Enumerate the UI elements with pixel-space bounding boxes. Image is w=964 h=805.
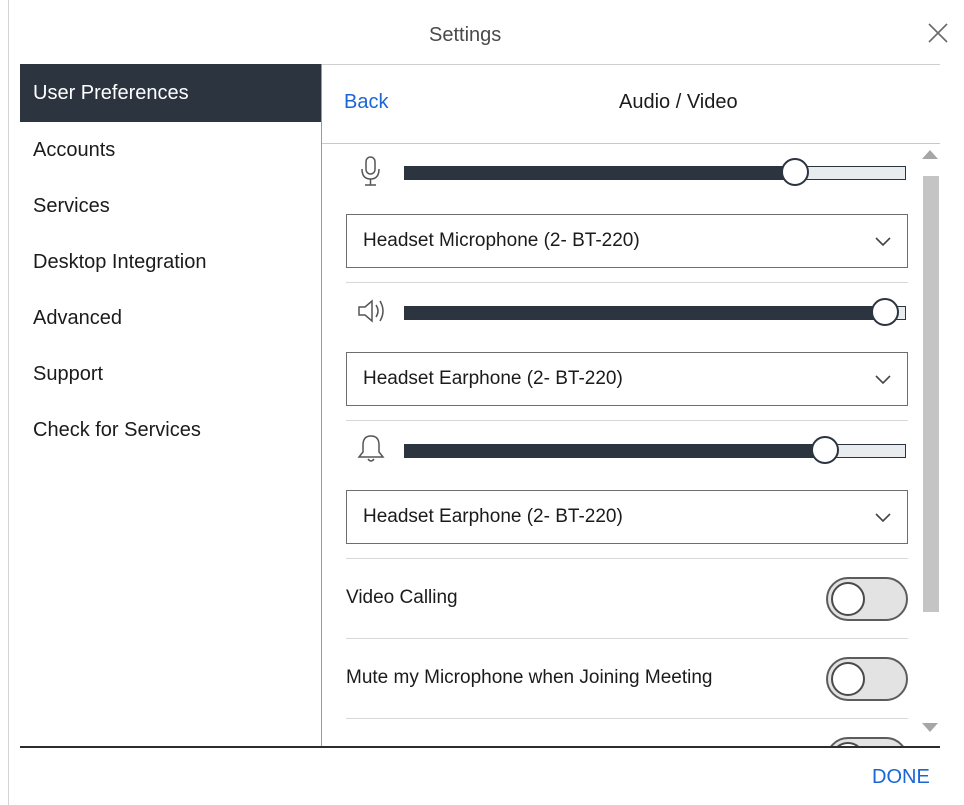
video-calling-toggle[interactable] bbox=[826, 577, 908, 621]
footer-divider bbox=[20, 746, 940, 748]
toggle-knob bbox=[831, 582, 865, 616]
microphone-volume-row bbox=[346, 146, 908, 200]
ringer-volume-thumb[interactable] bbox=[811, 436, 839, 464]
back-link[interactable]: Back bbox=[344, 91, 388, 114]
next-toggle-row bbox=[346, 719, 908, 746]
speaker-volume-row bbox=[346, 286, 908, 340]
microphone-volume-fill bbox=[405, 167, 795, 179]
settings-scroll-area: Headset Microphone (2- BT-220) Headset E… bbox=[322, 144, 940, 746]
speaker-volume-thumb[interactable] bbox=[871, 298, 899, 326]
panel-title: Audio / Video bbox=[619, 91, 738, 113]
close-icon[interactable] bbox=[925, 20, 951, 46]
speaker-device-select[interactable]: Headset Earphone (2- BT-220) bbox=[346, 352, 908, 406]
speaker-volume-fill bbox=[405, 307, 885, 319]
sidebar-item-check-for-services[interactable]: Check for Services bbox=[20, 402, 321, 458]
ringer-device-select[interactable]: Headset Earphone (2- BT-220) bbox=[346, 490, 908, 544]
video-calling-label: Video Calling bbox=[346, 587, 458, 608]
microphone-volume-slider[interactable] bbox=[404, 158, 906, 186]
video-calling-row: Video Calling bbox=[346, 559, 908, 637]
sidebar-item-user-preferences[interactable]: User Preferences bbox=[20, 64, 321, 122]
chevron-down-icon bbox=[875, 375, 891, 385]
mute-mic-label: Mute my Microphone when Joining Meeting bbox=[346, 667, 713, 688]
scrollbar-thumb[interactable] bbox=[923, 176, 939, 612]
microphone-device-value: Headset Microphone (2- BT-220) bbox=[363, 230, 640, 251]
ringer-volume-fill bbox=[405, 445, 825, 457]
title-bar: Settings bbox=[9, 0, 964, 70]
mute-mic-toggle[interactable] bbox=[826, 657, 908, 701]
microphone-volume-thumb[interactable] bbox=[781, 158, 809, 186]
scroll-up-arrow-icon[interactable] bbox=[922, 150, 938, 159]
sidebar-item-accounts[interactable]: Accounts bbox=[20, 122, 321, 178]
sidebar-nav: User Preferences Accounts Services Deskt… bbox=[20, 64, 321, 748]
divider bbox=[346, 282, 908, 283]
ringer-volume-row bbox=[346, 424, 908, 478]
speaker-device-value: Headset Earphone (2- BT-220) bbox=[363, 368, 623, 389]
done-button[interactable]: DONE bbox=[872, 766, 930, 789]
sidebar-item-services[interactable]: Services bbox=[20, 178, 321, 234]
microphone-icon bbox=[354, 154, 388, 188]
microphone-device-select[interactable]: Headset Microphone (2- BT-220) bbox=[346, 214, 908, 268]
ringer-device-value: Headset Earphone (2- BT-220) bbox=[363, 506, 623, 527]
mute-mic-row: Mute my Microphone when Joining Meeting bbox=[346, 639, 908, 717]
window-title: Settings bbox=[429, 24, 502, 46]
sidebar-item-desktop-integration[interactable]: Desktop Integration bbox=[20, 234, 321, 290]
scroll-down-arrow-icon[interactable] bbox=[922, 723, 938, 732]
toggle-knob bbox=[831, 662, 865, 696]
sidebar-item-support[interactable]: Support bbox=[20, 346, 321, 402]
speaker-volume-slider[interactable] bbox=[404, 298, 906, 326]
chevron-down-icon bbox=[875, 237, 891, 247]
audio-video-panel: Back Audio / Video Headset Microphone (2… bbox=[322, 65, 940, 746]
speaker-icon bbox=[354, 294, 388, 328]
sidebar-item-advanced[interactable]: Advanced bbox=[20, 290, 321, 346]
bell-icon bbox=[354, 432, 388, 466]
ringer-volume-slider[interactable] bbox=[404, 436, 906, 464]
panel-header: Back Audio / Video bbox=[322, 65, 940, 144]
next-setting-toggle[interactable] bbox=[826, 737, 908, 746]
chevron-down-icon bbox=[875, 513, 891, 523]
vertical-scrollbar[interactable] bbox=[920, 144, 940, 746]
divider bbox=[346, 420, 908, 421]
